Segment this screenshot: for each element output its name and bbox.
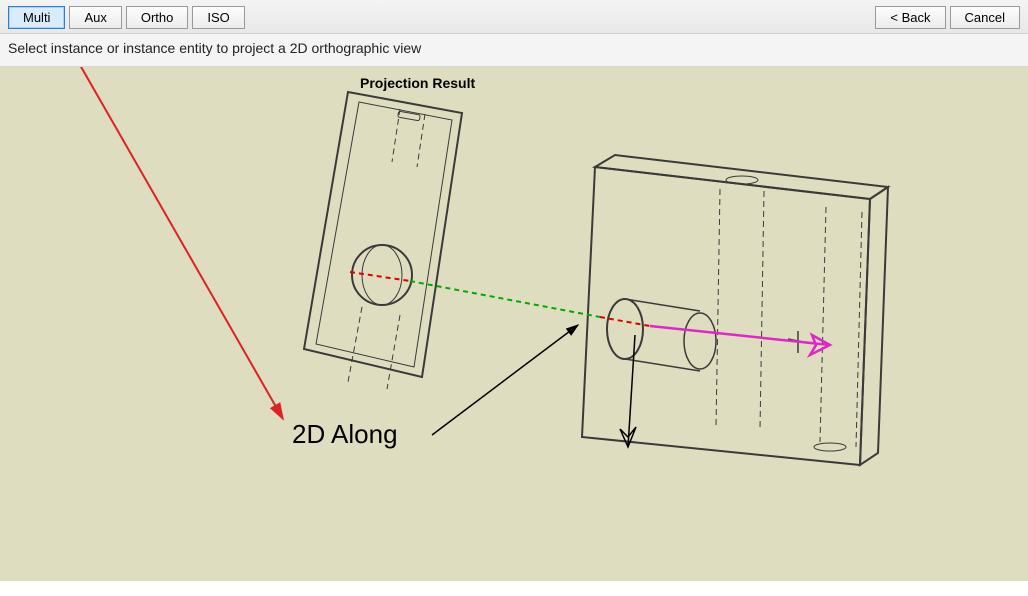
toolbar: Multi Aux Ortho ISO < Back Cancel: [0, 0, 1028, 34]
back-button[interactable]: < Back: [875, 6, 945, 29]
aux-button[interactable]: Aux: [69, 6, 121, 29]
drawing-canvas: [0, 67, 1028, 581]
toolbar-right-group: < Back Cancel: [875, 6, 1020, 29]
multi-button[interactable]: Multi: [8, 6, 65, 29]
red-arrow-icon: [80, 67, 283, 419]
left-projected-part: [304, 92, 462, 389]
right-3d-part: [582, 155, 888, 465]
ortho-button[interactable]: Ortho: [126, 6, 189, 29]
down-axis-arrow: [620, 335, 636, 447]
cancel-button[interactable]: Cancel: [950, 6, 1020, 29]
instruction-text: Select instance or instance entity to pr…: [0, 34, 1028, 67]
toolbar-left-group: Multi Aux Ortho ISO: [8, 6, 245, 29]
iso-button[interactable]: ISO: [192, 6, 244, 29]
annotation-leader-icon: [432, 325, 578, 435]
viewport[interactable]: Projection Result 2D Along: [0, 67, 1028, 581]
